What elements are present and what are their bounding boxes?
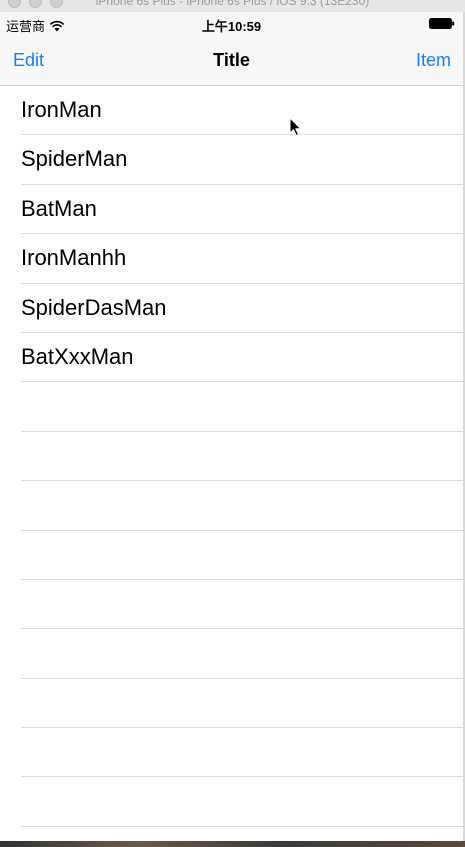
empty-table-row (0, 629, 463, 680)
nav-title: Title (213, 50, 250, 70)
table-row[interactable]: IronManhh (0, 234, 463, 284)
empty-table-row (0, 481, 463, 531)
item-button[interactable]: Item (416, 50, 451, 71)
status-bar: 运营商 上午10:59 (0, 12, 463, 36)
row-label: IronMan (21, 97, 102, 122)
empty-table-row (0, 432, 463, 482)
row-label: BatXxxMan (21, 343, 134, 369)
row-label: BatMan (21, 195, 97, 221)
table-row[interactable]: BatXxxMan (0, 333, 463, 383)
row-label: SpiderMan (21, 146, 128, 172)
mouse-pointer-icon (289, 117, 302, 137)
empty-table-row (0, 728, 463, 778)
simulator-titlebar: iPhone 6s Plus - iPhone 6s Plus / iOS 9.… (0, 0, 465, 12)
battery-icon (429, 18, 455, 29)
status-time: 上午10:59 (201, 19, 262, 34)
simulator-window: iPhone 6s Plus - iPhone 6s Plus / iOS 9.… (0, 0, 465, 847)
empty-table-row (0, 777, 463, 828)
row-label: IronManhh (21, 245, 127, 271)
phone-screen: 运营商 上午10:59 Edit Title Item IronMan Spid… (0, 12, 465, 841)
navigation-bar: Edit Title Item (0, 36, 463, 86)
table-row[interactable]: SpiderMan (0, 135, 463, 186)
empty-table-row (0, 580, 463, 630)
table-row[interactable]: BatMan (0, 185, 463, 235)
table-row[interactable]: SpiderDasMan (0, 284, 463, 334)
table-view[interactable]: IronMan SpiderMan BatMan IronManhh Spide… (0, 86, 463, 841)
row-label: SpiderDasMan (21, 294, 167, 320)
table-row[interactable]: IronMan (0, 86, 463, 136)
desktop-background-strip (0, 841, 465, 847)
empty-table-row (0, 679, 463, 729)
empty-table-row (0, 382, 463, 433)
empty-table-row (0, 531, 463, 581)
simulator-window-title: iPhone 6s Plus - iPhone 6s Plus / iOS 9.… (95, 0, 370, 8)
